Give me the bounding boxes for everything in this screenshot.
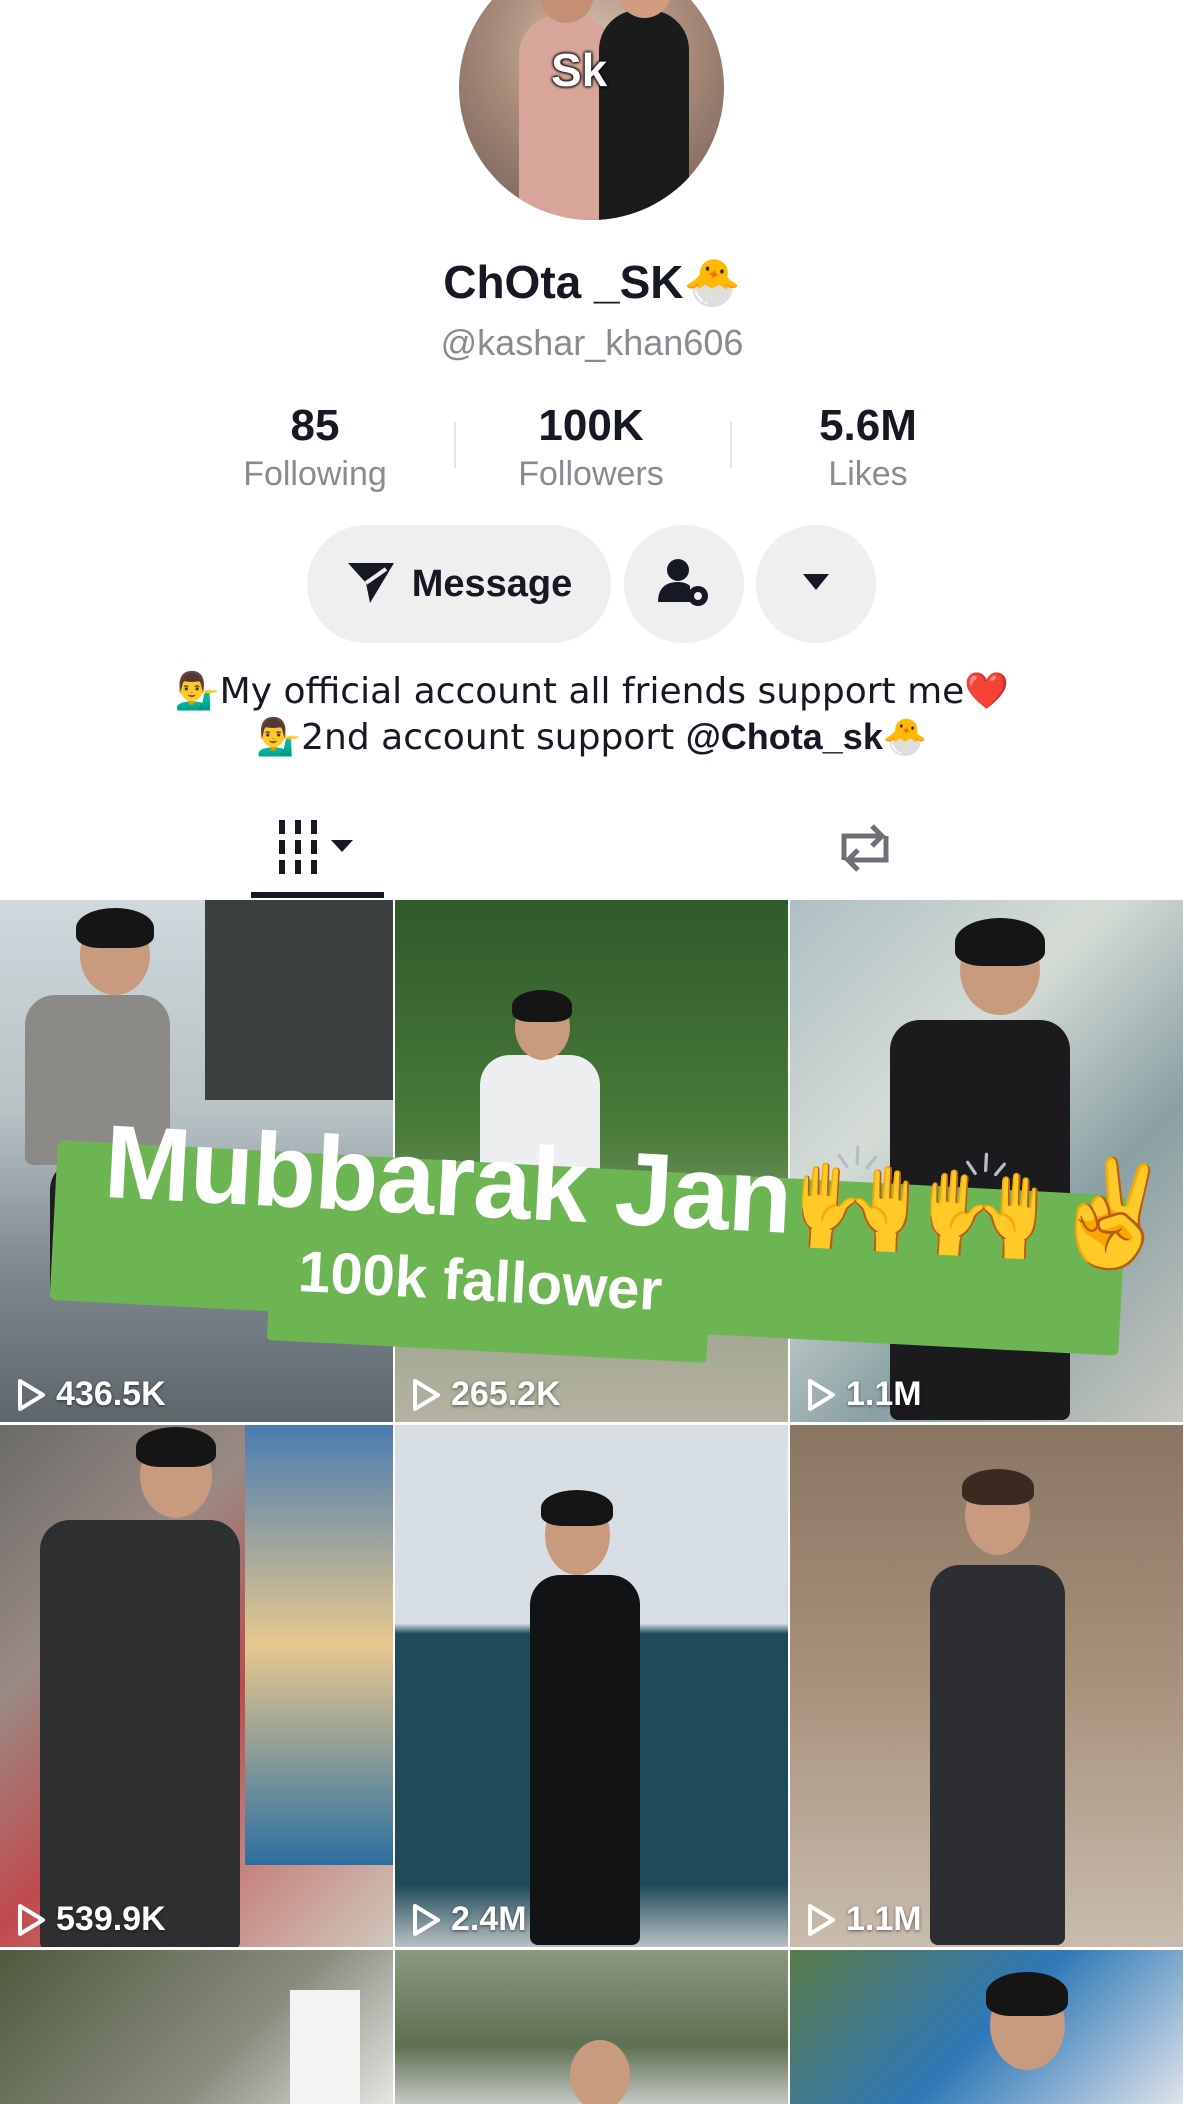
thumb-person-hair <box>986 1972 1068 2016</box>
caret-down-icon <box>801 572 831 597</box>
friend-settings-button[interactable] <box>624 525 744 643</box>
thumb-gate <box>205 900 393 1100</box>
play-icon <box>413 1378 440 1411</box>
play-icon <box>808 1378 835 1411</box>
video-views-count: 539.9K <box>56 1900 166 1938</box>
video-views: 1.1M <box>806 1375 922 1414</box>
avatar-overlay-text: Sk <box>551 44 608 96</box>
video-thumbnail[interactable] <box>0 1950 393 2104</box>
display-name-emoji: 🐣 <box>683 255 741 309</box>
video-views-count: 2.4M <box>451 1900 527 1938</box>
stat-likes-label: Likes <box>828 455 908 493</box>
profile-tabs <box>0 790 1184 900</box>
stat-following-value: 85 <box>290 401 340 450</box>
send-icon <box>346 559 396 610</box>
thumb-sign <box>290 1990 360 2104</box>
thumb-person-hair <box>76 908 154 948</box>
video-thumbnail[interactable]: 1.1M <box>790 1425 1183 1947</box>
video-views-count: 265.2K <box>451 1375 561 1413</box>
profile-display-name: ChOta _SK🐣 <box>0 255 1184 310</box>
video-views: 539.9K <box>16 1900 166 1939</box>
bio-line-2-text: 💁‍♂️2nd account support <box>256 717 686 758</box>
video-thumbnail[interactable] <box>790 1950 1183 2104</box>
video-thumbnail[interactable]: 539.9K <box>0 1425 393 1947</box>
video-views: 436.5K <box>16 1375 166 1414</box>
play-icon <box>18 1378 45 1411</box>
video-views-count: 1.1M <box>846 1900 922 1938</box>
bio-line-1: 💁‍♂️My official account all friends supp… <box>0 670 1184 712</box>
stat-divider <box>730 422 732 468</box>
repost-icon <box>834 820 896 881</box>
video-views: 1.1M <box>806 1900 922 1939</box>
video-thumbnail[interactable]: 2.4M <box>395 1425 788 1947</box>
more-button[interactable] <box>756 525 876 643</box>
profile-avatar[interactable]: Sk <box>459 0 724 220</box>
bio-mention-link[interactable]: @Chota_sk <box>686 716 883 757</box>
stat-followers-value: 100K <box>538 401 644 450</box>
video-views: 265.2K <box>411 1375 561 1414</box>
message-button-label: Message <box>411 562 573 605</box>
stat-following[interactable]: 85 Following <box>195 400 435 496</box>
stat-likes-value: 5.6M <box>819 401 917 450</box>
stat-followers-label: Followers <box>518 455 664 493</box>
thumb-person-shirt <box>930 1565 1065 1945</box>
stat-following-label: Following <box>243 455 387 493</box>
video-thumbnail[interactable] <box>395 1950 788 2104</box>
video-views: 2.4M <box>411 1900 527 1939</box>
thumb-decor-panel <box>245 1425 393 1865</box>
profile-username: @kashar_khan606 <box>440 322 744 363</box>
message-button[interactable]: Message <box>307 525 611 643</box>
play-icon <box>808 1903 835 1936</box>
play-icon <box>413 1903 440 1936</box>
play-icon <box>18 1903 45 1936</box>
display-name-text: ChOta _SK <box>443 256 684 308</box>
person-gear-icon <box>656 554 712 615</box>
thumb-person-hair <box>541 1490 613 1526</box>
thumb-person-hair <box>962 1469 1034 1505</box>
active-tab-indicator <box>251 892 384 898</box>
video-views-count: 436.5K <box>56 1375 166 1413</box>
video-views-count: 1.1M <box>846 1375 922 1413</box>
stat-followers[interactable]: 100K Followers <box>471 400 711 496</box>
pinned-banner-emoji: 🙌🙌✌️ <box>787 1135 1180 1278</box>
avatar-figure-right <box>599 10 689 220</box>
stat-divider <box>454 422 456 468</box>
grid-icon <box>273 818 363 883</box>
thumb-person-head <box>570 2040 630 2104</box>
profile-stats: 85 Following 100K Followers 5.6M Likes <box>0 400 1184 495</box>
bio-line-1-text: 💁‍♂️My official account all friends supp… <box>174 671 1010 712</box>
thumb-person-hair <box>512 990 572 1022</box>
bio-line-2: 💁‍♂️2nd account support @Chota_sk🐣 <box>0 716 1184 758</box>
thumb-person-shirt <box>530 1575 640 1945</box>
thumb-person-hair <box>136 1427 216 1467</box>
stat-likes[interactable]: 5.6M Likes <box>748 400 988 496</box>
tab-videos[interactable] <box>250 810 385 890</box>
thumb-person-hair <box>955 918 1045 966</box>
thumb-person-shirt <box>40 1520 240 1947</box>
bio-line-2-emoji: 🐣 <box>882 717 928 758</box>
tab-reposts[interactable] <box>820 810 910 890</box>
